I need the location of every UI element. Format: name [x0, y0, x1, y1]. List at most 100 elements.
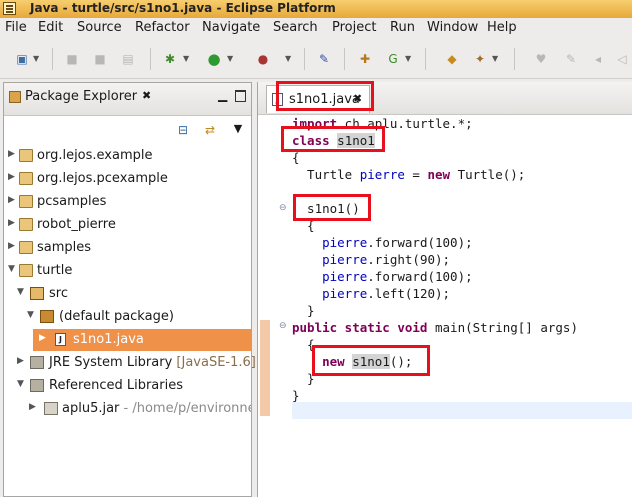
external-tools-dropdown-icon[interactable]: ▼	[285, 54, 291, 63]
close-icon[interactable]: ✖	[142, 89, 151, 102]
package-explorer-title[interactable]: Package Explorer	[25, 89, 137, 104]
menu-project[interactable]: Project	[332, 20, 376, 35]
code-token: pierre	[322, 252, 368, 267]
collapse-arrow-icon[interactable]: ▼	[17, 287, 24, 297]
expand-arrow-icon[interactable]: ▶	[8, 218, 15, 228]
collapse-arrow-icon[interactable]: ▼	[27, 310, 34, 320]
jar-name: aplu5.jar	[62, 401, 120, 416]
new-class-dropdown-icon[interactable]: ▼	[405, 54, 411, 63]
expand-arrow-icon[interactable]: ▶	[8, 195, 15, 205]
tree-item[interactable]: ▶ org.lejos.pcexample	[4, 168, 251, 190]
tree-item[interactable]: ▶ org.lejos.example	[4, 145, 251, 167]
menu-refactor[interactable]: Refactor	[135, 20, 190, 35]
close-icon[interactable]: ✖	[353, 92, 362, 105]
search-icon[interactable]: ✦	[472, 51, 488, 67]
debug-icon[interactable]: ✱	[162, 51, 178, 67]
minimize-icon[interactable]: ▁	[218, 88, 227, 102]
code-token: }	[292, 371, 315, 386]
tree-item[interactable]: ▼ turtle	[4, 260, 251, 282]
expand-arrow-icon[interactable]: ▶	[8, 149, 15, 159]
tree-item[interactable]: ▶ robot_pierre	[4, 214, 251, 236]
search-dropdown-icon[interactable]: ▼	[492, 54, 498, 63]
run-dropdown-icon[interactable]: ▼	[227, 54, 233, 63]
toolbar-separator	[344, 48, 345, 70]
link-with-editor-icon[interactable]: ⇄	[202, 122, 218, 138]
project-icon	[19, 241, 33, 254]
print-icon[interactable]: ▤	[120, 51, 136, 67]
new-icon[interactable]: ▣	[14, 51, 30, 67]
code-text[interactable]: import ch.aplu.turtle.*; class s1no1 { T…	[292, 115, 578, 421]
editor-tab[interactable]: J s1no1.java ✖	[266, 85, 370, 113]
run-icon[interactable]: ●	[206, 50, 222, 68]
change-marker	[260, 320, 270, 416]
code-token: main(String[] args)	[427, 320, 578, 335]
java-file-icon: J	[55, 333, 66, 346]
next-annotation-icon[interactable]: ♥	[533, 51, 549, 67]
code-token: ch.aplu.turtle.*;	[337, 116, 473, 131]
menu-source[interactable]: Source	[77, 20, 122, 35]
back-icon[interactable]: ◁	[614, 51, 630, 67]
last-edit-icon[interactable]: ◂	[590, 51, 606, 67]
code-token: class	[292, 133, 330, 148]
jar-path: - /home/p/environner	[119, 401, 251, 416]
tree-item[interactable]: ▶ pcsamples	[4, 191, 251, 213]
expand-arrow-icon[interactable]: ▶	[39, 333, 46, 343]
menu-window[interactable]: Window	[427, 20, 478, 35]
collapse-arrow-icon[interactable]: ▼	[17, 379, 24, 389]
menu-file[interactable]: File	[5, 20, 27, 35]
tree-item-label: (default package)	[59, 309, 174, 324]
collapse-arrow-icon[interactable]: ▼	[8, 264, 15, 274]
expand-arrow-icon[interactable]: ▶	[17, 356, 24, 366]
tree-item[interactable]: ▼ (default package)	[4, 306, 251, 328]
code-token: Turtle();	[450, 167, 526, 182]
project-icon	[19, 172, 33, 185]
library-icon	[30, 379, 44, 392]
external-tools-icon[interactable]: ●	[255, 51, 271, 67]
maximize-icon[interactable]	[235, 90, 246, 102]
fold-toggle-icon[interactable]: ⊖	[279, 203, 287, 213]
toolbar-separator	[425, 48, 426, 70]
tree-item[interactable]: ▶ aplu5.jar - /home/p/environner	[4, 398, 251, 420]
new-dropdown-icon[interactable]: ▼	[33, 54, 39, 63]
collapse-all-icon[interactable]: ⊟	[175, 122, 191, 138]
project-icon	[19, 149, 33, 162]
tree-item[interactable]: ▼ Referenced Libraries	[4, 375, 251, 397]
overview-ruler[interactable]	[258, 115, 272, 497]
save-all-icon[interactable]: ■	[92, 51, 108, 67]
open-type-icon[interactable]: ◆	[444, 51, 460, 67]
menu-run[interactable]: Run	[390, 20, 415, 35]
menu-navigate[interactable]: Navigate	[202, 20, 260, 35]
skip-breakpoints-icon[interactable]: ✎	[316, 51, 332, 67]
tree-item-selected[interactable]: ▶ J s1no1.java	[33, 329, 251, 351]
fold-toggle-icon[interactable]: ⊖	[279, 321, 287, 331]
new-java-class-icon[interactable]: G	[385, 51, 401, 67]
expand-arrow-icon[interactable]: ▶	[8, 241, 15, 251]
code-token: s1no1	[352, 354, 390, 369]
menu-search[interactable]: Search	[273, 20, 318, 35]
window-titlebar[interactable]: Java - turtle/src/s1no1.java - Eclipse P…	[0, 0, 632, 19]
new-java-package-icon[interactable]: ✚	[357, 51, 373, 67]
code-token: pierre	[322, 235, 368, 250]
save-icon[interactable]: ■	[64, 51, 80, 67]
previous-annotation-icon[interactable]: ✎	[563, 51, 579, 67]
package-explorer-icon	[9, 91, 21, 103]
project-icon	[19, 264, 33, 277]
java-editor: J s1no1.java ✖ ⊖ ⊖ import ch.aplu.turtle…	[257, 82, 632, 497]
code-token: pierre	[322, 269, 368, 284]
expand-arrow-icon[interactable]: ▶	[29, 402, 36, 412]
package-explorer-toolbar: ⊟ ⇄ ▼	[4, 116, 251, 142]
menu-help[interactable]: Help	[487, 20, 517, 35]
tree-item[interactable]: ▶ JRE System Library [JavaSE-1.6]	[4, 352, 256, 374]
tree-item[interactable]: ▼ src	[4, 283, 251, 305]
tree-item[interactable]: ▶ samples	[4, 237, 251, 259]
tree-item-label: s1no1.java	[73, 332, 144, 347]
project-icon	[19, 195, 33, 208]
package-icon	[40, 310, 54, 323]
expand-arrow-icon[interactable]: ▶	[8, 172, 15, 182]
view-menu-icon[interactable]: ▼	[230, 120, 246, 136]
code-token: }	[292, 303, 315, 318]
toolbar-separator	[514, 48, 515, 70]
menu-edit[interactable]: Edit	[38, 20, 63, 35]
window-menu-icon[interactable]	[3, 2, 16, 15]
debug-dropdown-icon[interactable]: ▼	[183, 54, 189, 63]
